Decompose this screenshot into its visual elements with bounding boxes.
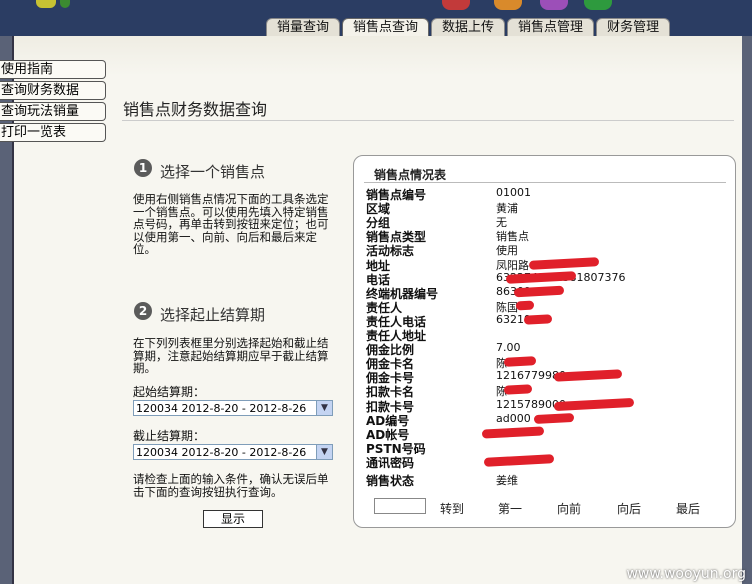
app-icon-green[interactable] xyxy=(584,0,612,10)
next-button[interactable]: 向后 xyxy=(617,500,641,517)
last-button[interactable]: 最后 xyxy=(676,500,700,517)
info-row: 佣金比例 7.00 xyxy=(366,341,726,357)
info-row: 扣款卡名陈 xyxy=(366,383,726,399)
sales-status-value: 姜维 xyxy=(496,474,518,487)
nav-query-finance[interactable]: 查询财务数据 xyxy=(0,81,106,100)
end-period-label: 截止结算期： xyxy=(133,429,206,443)
step-2-instructions: 在下列列表框里分别选择起始和截止结算期，注意起始结算期应早于截止结算期。 xyxy=(133,336,329,375)
redaction-mark xyxy=(515,300,535,311)
info-row: 佣金卡名陈 xyxy=(366,355,726,371)
title-divider xyxy=(122,120,734,121)
sales-status-label: 销售状态 xyxy=(366,474,415,488)
redaction-mark xyxy=(523,314,553,325)
redaction-mark xyxy=(503,356,537,368)
tab-sales-query[interactable]: 销量查询 xyxy=(266,18,341,36)
info-row: 区域 黄浦 xyxy=(366,200,726,216)
outlet-info-card: 销售点情况表 销售点编号 01001 区域 黄浦 分组无销售点类型 销售点 活动标志 使用 地址… xyxy=(353,155,736,528)
top-bar: 销量查询 销售点查询 数据上传 销售点管理 财务管理 xyxy=(0,0,752,36)
start-period-value: 120034 2012-8-20 - 2012-8-26 xyxy=(136,402,307,415)
app-icon-red[interactable] xyxy=(442,0,470,10)
info-row: 销售点类型 销售点 xyxy=(366,228,726,244)
first-button[interactable]: 第一 xyxy=(498,500,522,517)
card-title: 销售点情况表 xyxy=(374,168,447,182)
end-period-select[interactable]: 120034 2012-8-20 - 2012-8-26 ▼ xyxy=(133,444,333,460)
watermark: www.wooyun.org xyxy=(626,566,746,582)
info-row: 责任人地址 xyxy=(366,327,726,343)
step-2-badge: 2 xyxy=(134,302,152,320)
info-row: AD帐号 xyxy=(366,426,726,442)
logo-leaf-icon xyxy=(60,0,70,8)
info-row: 活动标志 使用 xyxy=(366,242,726,258)
step-1-title: 选择一个销售点 xyxy=(160,163,266,181)
info-row: 分组无 xyxy=(366,214,726,230)
tab-outlet-query[interactable]: 销售点查询 xyxy=(342,18,430,36)
chevron-down-icon[interactable]: ▼ xyxy=(316,401,332,415)
show-button[interactable]: 显示 xyxy=(203,510,263,528)
nav-query-play-sales[interactable]: 查询玩法销量 xyxy=(0,102,106,121)
info-row: PSTN号码 xyxy=(366,440,726,456)
info-row-value: 01001 xyxy=(496,186,531,199)
nav-print-summary[interactable]: 打印一览表 xyxy=(0,123,106,142)
redaction-mark xyxy=(533,412,575,424)
step-1-instructions: 使用右侧销售点情况下面的工具条选定一个销售点。可以使用先填入特定销售点号码，再单… xyxy=(133,192,329,256)
panel-header-band xyxy=(14,36,742,76)
tab-data-upload[interactable]: 数据上传 xyxy=(431,18,506,36)
left-nav: 使用指南 查询财务数据 查询玩法销量 打印一览表 xyxy=(0,60,106,144)
info-row-value: 7.00 xyxy=(496,341,521,355)
info-row-value: ad000 xyxy=(496,411,531,425)
chevron-down-icon[interactable]: ▼ xyxy=(316,445,332,459)
start-period-label: 起始结算期： xyxy=(133,385,206,399)
info-row: 扣款卡号 1215789000 xyxy=(366,398,726,414)
sales-status-row: 销售状态 姜维 xyxy=(366,472,726,488)
start-period-select[interactable]: 120034 2012-8-20 - 2012-8-26 ▼ xyxy=(133,400,333,416)
goto-button[interactable]: 转到 xyxy=(440,500,464,517)
main-tabs: 销量查询 销售点查询 数据上传 销售点管理 财务管理 xyxy=(266,18,672,36)
end-period-value: 120034 2012-8-20 - 2012-8-26 xyxy=(136,446,307,459)
confirm-instructions: 请检查上面的输入条件，确认无误后单击下面的查询按钮执行查询。 xyxy=(133,472,329,499)
app-icon-purple[interactable] xyxy=(540,0,568,10)
logo-icon xyxy=(36,0,56,8)
app-icon-orange[interactable] xyxy=(494,0,522,10)
outlet-number-input[interactable] xyxy=(374,498,426,514)
info-row: 佣金卡号 1216779980 xyxy=(366,369,726,385)
tab-finance-management[interactable]: 财务管理 xyxy=(596,18,671,36)
info-row: 销售点编号 01001 xyxy=(366,186,726,202)
step-1-badge: 1 xyxy=(134,159,152,177)
info-row-label: 通讯密码 xyxy=(366,455,415,470)
tab-outlet-management[interactable]: 销售点管理 xyxy=(507,18,595,36)
step-2-title: 选择起止结算期 xyxy=(160,306,266,324)
card-divider xyxy=(364,182,726,183)
nav-user-guide[interactable]: 使用指南 xyxy=(0,60,106,79)
info-row: 责任人 陈国 xyxy=(366,299,726,315)
record-navigation: 转到 第一 向前 向后 最后 xyxy=(374,498,726,518)
previous-button[interactable]: 向前 xyxy=(557,500,581,517)
page-title: 销售点财务数据查询 xyxy=(123,100,268,119)
